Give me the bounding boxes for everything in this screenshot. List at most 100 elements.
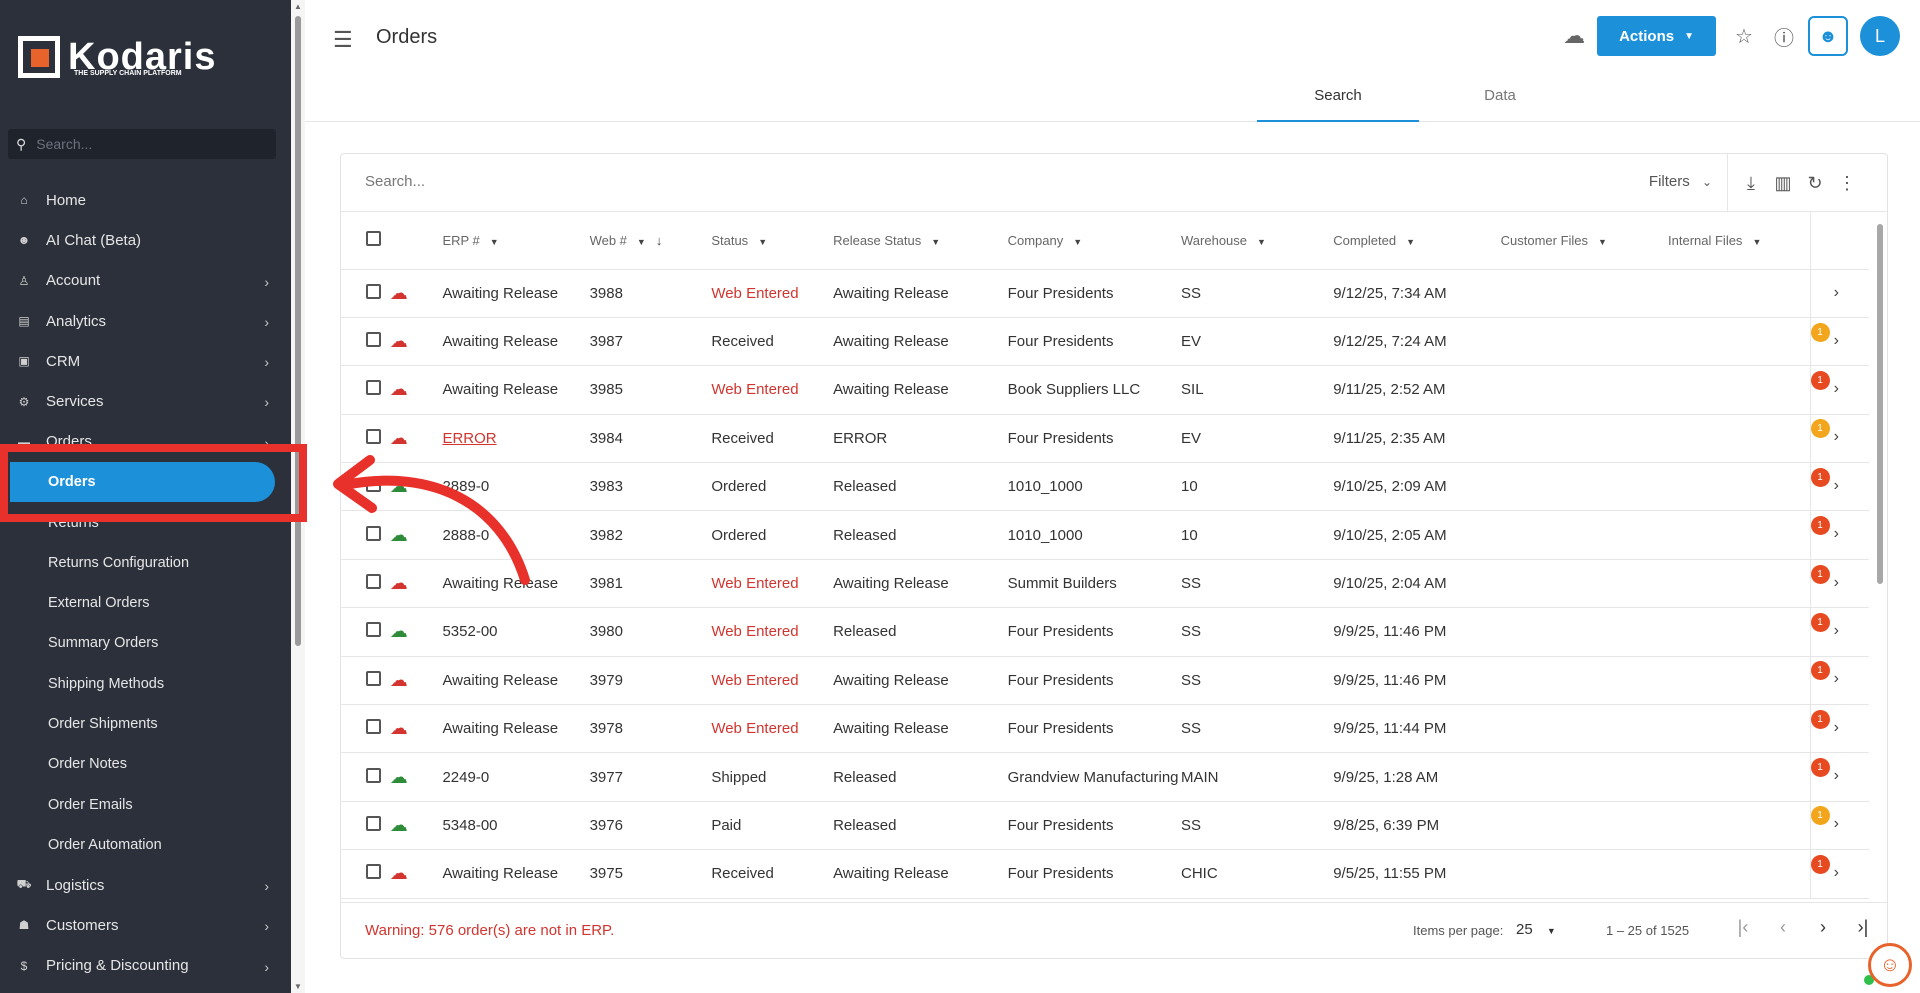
row-checkbox[interactable]	[366, 380, 381, 396]
sidebar-item-analytics[interactable]: ▤ Analytics ›	[0, 301, 291, 341]
sidebar-item-account[interactable]: ♙ Account ›	[0, 261, 291, 301]
cloud-upload-icon[interactable]: ☁	[390, 670, 408, 690]
table-row[interactable]: ☁ Awaiting Release 3979 Web Entered Awaiting…	[341, 656, 1869, 706]
chevron-right-icon[interactable]: ›	[1834, 477, 1839, 494]
select-all-checkbox[interactable]	[366, 231, 381, 247]
cloud-upload-icon[interactable]: ☁	[390, 283, 408, 303]
row-checkbox[interactable]	[366, 332, 381, 348]
chat-support-icon[interactable]: ☺	[1868, 943, 1912, 987]
chevron-right-icon[interactable]: ›	[1834, 574, 1839, 591]
table-row[interactable]: ☁ Awaiting Release 3981 Web Entered Awaiting…	[341, 559, 1869, 609]
more-vert-icon[interactable]: ⋮	[1831, 168, 1863, 198]
first-page-icon[interactable]: |‹	[1723, 917, 1763, 938]
row-checkbox[interactable]	[366, 283, 381, 299]
sidebar-item-services[interactable]: ⚙ Services ›	[0, 381, 291, 421]
table-row[interactable]: ☁ Awaiting Release 3985 Web Entered Awaiting…	[341, 365, 1869, 415]
items-per-page-select[interactable]: 25 ▼	[1516, 921, 1556, 938]
sidebar-scroll-thumb[interactable]	[295, 16, 301, 646]
chevron-right-icon[interactable]: ›	[1834, 284, 1839, 301]
sort-caret-icon[interactable]: ▼	[1752, 237, 1761, 247]
sidebar-item-logistics[interactable]: ⛟ Logistics ›	[0, 865, 291, 905]
next-page-icon[interactable]: ›	[1803, 917, 1843, 938]
cloud-upload-icon[interactable]: ☁	[390, 815, 408, 835]
chevron-right-icon[interactable]: ›	[1834, 525, 1839, 542]
column-header[interactable]: Warehouse ▼	[1181, 212, 1334, 270]
cloud-upload-icon[interactable]: ☁	[390, 718, 408, 738]
sort-caret-icon[interactable]: ▼	[1406, 237, 1415, 247]
sort-caret-icon[interactable]: ▼	[931, 237, 940, 247]
user-avatar[interactable]: L	[1860, 16, 1900, 56]
chevron-right-icon[interactable]: ›	[1834, 719, 1839, 736]
sidebar-subitem-summary-orders[interactable]: Summary Orders	[0, 623, 291, 663]
scroll-down-icon[interactable]: ▼	[294, 982, 302, 991]
download-icon[interactable]: ⤓	[1735, 168, 1767, 198]
sidebar-item-home[interactable]: ⌂ Home	[0, 180, 291, 220]
row-checkbox[interactable]	[366, 719, 381, 735]
sidebar-subitem-order-notes[interactable]: Order Notes	[0, 744, 291, 784]
sidebar-subitem-order-emails[interactable]: Order Emails	[0, 784, 291, 824]
sidebar-search-input[interactable]: ⚲ Search...	[8, 129, 276, 159]
column-header[interactable]: Web # ▼ ↓	[589, 212, 712, 270]
row-checkbox[interactable]	[366, 767, 381, 783]
table-scroll-thumb[interactable]	[1877, 224, 1883, 584]
table-row[interactable]: ☁ 2888-0 3982 Ordered Released 1010_1000 10 9/1…	[341, 510, 1869, 560]
column-header[interactable]: Release Status ▼	[833, 212, 1008, 270]
refresh-icon[interactable]: ↻	[1799, 168, 1831, 198]
cloud-upload-icon[interactable]: ☁	[390, 621, 408, 641]
hamburger-menu-icon[interactable]: ☰	[333, 27, 353, 53]
column-header[interactable]: Status ▼	[711, 212, 834, 270]
cloud-upload-icon[interactable]: ☁	[390, 863, 408, 883]
column-header[interactable]: Completed ▼	[1333, 212, 1501, 270]
table-row[interactable]: ☁ 5352-00 3980 Web Entered Released Four Pres…	[341, 607, 1869, 657]
row-checkbox[interactable]	[366, 815, 381, 831]
sidebar-item-pricing-discounting[interactable]: $ Pricing & Discounting ›	[0, 946, 291, 986]
table-scrollbar[interactable]	[1875, 212, 1885, 902]
scroll-up-icon[interactable]: ▲	[294, 2, 302, 11]
sort-caret-icon[interactable]: ▼	[637, 237, 646, 247]
table-row[interactable]: ☁ 2889-0 3983 Ordered Released 1010_1000 10 9/1…	[341, 462, 1869, 512]
chevron-right-icon[interactable]: ›	[1834, 428, 1839, 445]
star-icon[interactable]: ☆	[1728, 20, 1760, 52]
sidebar-subitem-shipping-methods[interactable]: Shipping Methods	[0, 664, 291, 704]
cloud-upload-icon[interactable]: ☁	[1563, 23, 1585, 49]
column-header[interactable]: Company ▼	[1007, 212, 1182, 270]
sort-caret-icon[interactable]: ▼	[490, 237, 499, 247]
sort-arrow-down-icon[interactable]: ↓	[656, 233, 663, 248]
column-header[interactable]: Customer Files ▼	[1500, 212, 1669, 270]
chevron-right-icon[interactable]: ›	[1834, 815, 1839, 832]
chevron-right-icon[interactable]: ›	[1834, 767, 1839, 784]
column-header[interactable]: Internal Files ▼	[1668, 212, 1811, 270]
sidebar-subitem-returns-configuration[interactable]: Returns Configuration	[0, 543, 291, 583]
cloud-upload-icon[interactable]: ☁	[390, 331, 408, 351]
column-header[interactable]: ERP # ▼	[442, 212, 590, 270]
sort-caret-icon[interactable]: ▼	[758, 237, 767, 247]
sidebar-item-crm[interactable]: ▣ CRM ›	[0, 341, 291, 381]
sidebar-item-ai-chat-beta-[interactable]: ☻ AI Chat (Beta)	[0, 220, 291, 260]
table-row[interactable]: ☁ Awaiting Release 3988 Web Entered Awaiting…	[341, 269, 1869, 318]
cloud-upload-icon[interactable]: ☁	[390, 379, 408, 399]
last-page-icon[interactable]: ›|	[1843, 917, 1883, 938]
filters-button[interactable]: Filters ⌄	[1649, 173, 1712, 190]
sidebar-subitem-external-orders[interactable]: External Orders	[0, 583, 291, 623]
columns-icon[interactable]: ▥	[1767, 168, 1799, 198]
table-row[interactable]: ☁ Awaiting Release 3987 Received Awaiting Re…	[341, 317, 1869, 367]
sort-caret-icon[interactable]: ▼	[1257, 237, 1266, 247]
chevron-right-icon[interactable]: ›	[1834, 622, 1839, 639]
chevron-right-icon[interactable]: ›	[1834, 670, 1839, 687]
table-row[interactable]: ☁ Awaiting Release 3975 Received Awaiting Re…	[341, 849, 1869, 899]
table-row[interactable]: ☁ ERROR 3984 Received ERROR Four Presidents EV…	[341, 414, 1869, 464]
table-row[interactable]: ☁ Awaiting Release 3978 Web Entered Awaiting…	[341, 704, 1869, 754]
chevron-right-icon[interactable]: ›	[1834, 332, 1839, 349]
row-checkbox[interactable]	[366, 622, 381, 638]
table-search-input[interactable]: Search...	[365, 173, 425, 190]
cloud-upload-icon[interactable]: ☁	[390, 767, 408, 787]
sidebar-item-customers[interactable]: ☗ Customers ›	[0, 905, 291, 945]
table-row[interactable]: ☁ 5348-00 3976 Paid Released Four Presidents S…	[341, 801, 1869, 851]
sort-caret-icon[interactable]: ▼	[1598, 237, 1607, 247]
sidebar-subitem-order-automation[interactable]: Order Automation	[0, 825, 291, 865]
table-row[interactable]: ☁ 2249-0 3977 Shipped Released Grandview Manu…	[341, 752, 1869, 802]
actions-button[interactable]: Actions ▼	[1597, 16, 1716, 56]
chevron-right-icon[interactable]: ›	[1834, 864, 1839, 881]
row-checkbox[interactable]	[366, 864, 381, 880]
chevron-right-icon[interactable]: ›	[1834, 380, 1839, 397]
